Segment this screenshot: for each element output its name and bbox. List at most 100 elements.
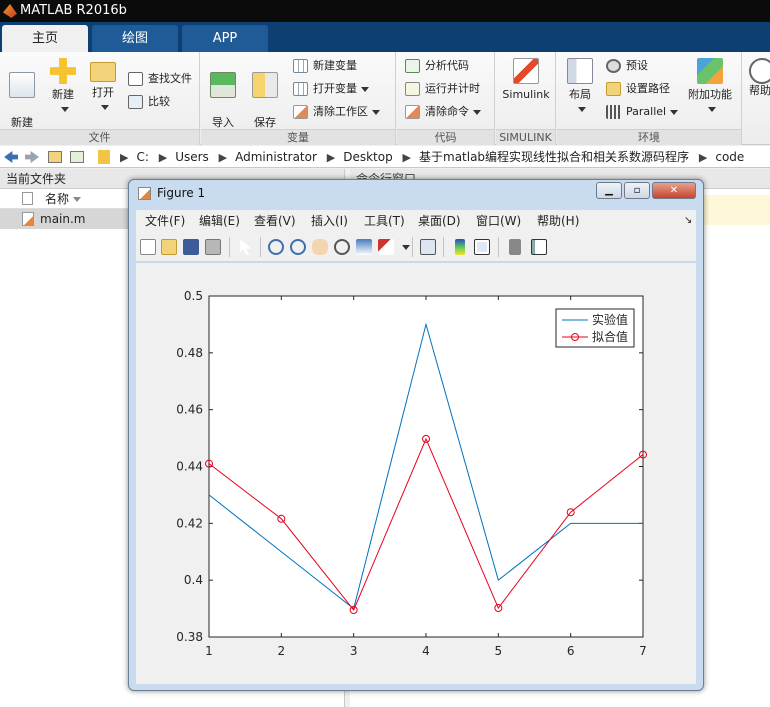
breadcrumb-separator-icon: ▶ [120,151,129,164]
toolbar-separator [260,237,261,257]
tab-plots[interactable]: 绘图 [92,25,178,52]
menu-edit[interactable]: 编辑(E) [199,210,240,232]
help-button[interactable]: 帮助 [749,58,770,98]
addons-button[interactable]: 附加功能 [685,58,735,116]
clear-workspace-button[interactable]: 清除工作区 [293,103,380,121]
find-files-icon [128,72,143,86]
new-button[interactable]: 新建 [47,58,79,116]
new-figure-icon[interactable] [140,239,156,255]
tab-home[interactable]: 主页 [2,25,88,52]
preferences-label: 预设 [626,59,648,72]
app-title: MATLAB R2016b [20,3,127,18]
save-workspace-icon [252,72,278,98]
set-path-label: 设置路径 [626,82,670,95]
parallel-label: Parallel [626,105,667,118]
legend-icon[interactable] [474,239,490,255]
print-icon[interactable] [205,239,221,255]
close-button[interactable]: ✕ [652,182,696,199]
open-label: 打开 [92,86,114,99]
breadcrumb-item[interactable]: Users [175,150,209,164]
figure-title-bar: Figure 1 ▁ ▫ ✕ [129,180,703,208]
group-label-environment: 环境 [557,129,741,145]
breadcrumb-item[interactable]: Administrator [235,150,317,164]
tab-apps[interactable]: APP [182,25,268,52]
browse-folder-icon[interactable] [70,151,84,163]
up-folder-icon[interactable] [48,151,62,163]
find-files-button[interactable]: 查找文件 [128,70,192,88]
menu-help[interactable]: 帮助(H) [537,210,579,232]
layout-button[interactable]: 布局 [565,58,595,116]
breadcrumb-item[interactable]: code [715,150,744,164]
breadcrumb-item[interactable]: Desktop [343,150,393,164]
ribbon-group-environment: 布局 预设 设置路径 Parallel 附加功能 环境 [557,52,742,145]
toolbar-separator [498,237,499,257]
menu-file[interactable]: 文件(F) [145,210,185,232]
menu-insert[interactable]: 插入(I) [311,210,348,232]
run-and-time-label: 运行并计时 [425,82,480,95]
file-name: main.m [40,212,86,226]
clear-commands-button[interactable]: 清除命令 [405,103,481,121]
sort-dropdown-icon [73,197,82,202]
menu-tools[interactable]: 工具(T) [364,210,405,232]
zoom-out-icon[interactable] [290,239,306,255]
figure-canvas: 1 2 3 4 5 6 7 0.38 0.4 0.42 0.44 0.46 0.48 0.5 实验值 拟合值 [136,263,696,684]
breadcrumb-item[interactable]: 基于matlab编程实现线性拟合和相关系数源码程序 [419,150,689,164]
new-variable-button[interactable]: 新建变量 [293,57,357,75]
colorbar-icon[interactable] [455,239,465,255]
save-icon[interactable] [183,239,199,255]
link-plot-icon[interactable] [420,239,436,255]
line-chart[interactable]: 1 2 3 4 5 6 7 0.38 0.4 0.42 0.44 0.46 0.48 0.5 实验值拟合值 [136,263,696,684]
new-variable-label: 新建变量 [313,59,357,72]
m-file-icon [22,212,34,226]
zoom-in-icon[interactable] [268,239,284,255]
menu-view[interactable]: 查看(V) [254,210,296,232]
simulink-button[interactable]: Simulink [502,58,550,102]
maximize-button[interactable]: ▫ [624,182,650,199]
data-cursor-icon[interactable] [356,239,372,255]
compare-icon [128,95,143,109]
undock-arrow-icon[interactable]: ↘ [684,210,692,232]
open-variable-label: 打开变量 [313,82,357,95]
breadcrumb-item[interactable]: C: [136,150,148,164]
ribbon-tab-row: 主页 绘图 APP [0,22,770,52]
y-tick-label: 0.42 [176,516,203,530]
breadcrumb-separator-icon: ▶ [402,151,411,164]
pan-hand-icon[interactable] [312,239,328,255]
compare-button[interactable]: 比较 [128,93,170,111]
clear-commands-dropdown-icon [473,109,481,115]
back-arrow-icon[interactable] [4,151,18,163]
hide-plot-tools-icon[interactable] [509,239,521,255]
rotate-3d-icon[interactable] [334,239,350,255]
brush-dropdown-icon[interactable] [402,245,410,250]
open-dropdown-icon [101,104,109,110]
show-plot-tools-icon[interactable] [531,239,547,255]
analyze-code-icon [405,59,420,73]
menu-desktop[interactable]: 桌面(D) [418,210,461,232]
analyze-code-button[interactable]: 分析代码 [405,57,469,75]
minimize-button[interactable]: ▁ [596,182,622,199]
breadcrumb-separator-icon: ▶ [158,151,168,164]
parallel-button[interactable]: Parallel [606,103,679,121]
addons-label: 附加功能 [688,88,732,101]
brush-icon[interactable] [378,239,394,255]
set-path-folder-icon [606,82,621,96]
open-variable-button[interactable]: 打开变量 [293,80,369,98]
edit-plot-arrow-icon[interactable] [240,239,252,255]
forward-arrow-icon[interactable] [25,151,39,163]
run-and-time-button[interactable]: 运行并计时 [405,80,480,98]
y-tick-label: 0.4 [184,573,203,587]
y-tick-label: 0.46 [176,403,203,417]
x-tick-label: 5 [495,644,503,658]
y-tick-label: 0.38 [176,630,203,644]
set-path-button[interactable]: 设置路径 [606,80,670,98]
file-type-column-icon [22,192,33,205]
open-button[interactable]: 打开 [87,58,119,114]
y-tick-label: 0.5 [184,289,203,303]
analyze-code-label: 分析代码 [425,59,469,72]
open-file-icon[interactable] [161,239,177,255]
x-tick-label: 4 [422,644,430,658]
preferences-button[interactable]: 预设 [606,57,648,75]
menu-window[interactable]: 窗口(W) [476,210,521,232]
ribbon-group-resources: 帮助 [743,52,770,145]
breadcrumb-separator-icon: ▶ [326,151,336,164]
